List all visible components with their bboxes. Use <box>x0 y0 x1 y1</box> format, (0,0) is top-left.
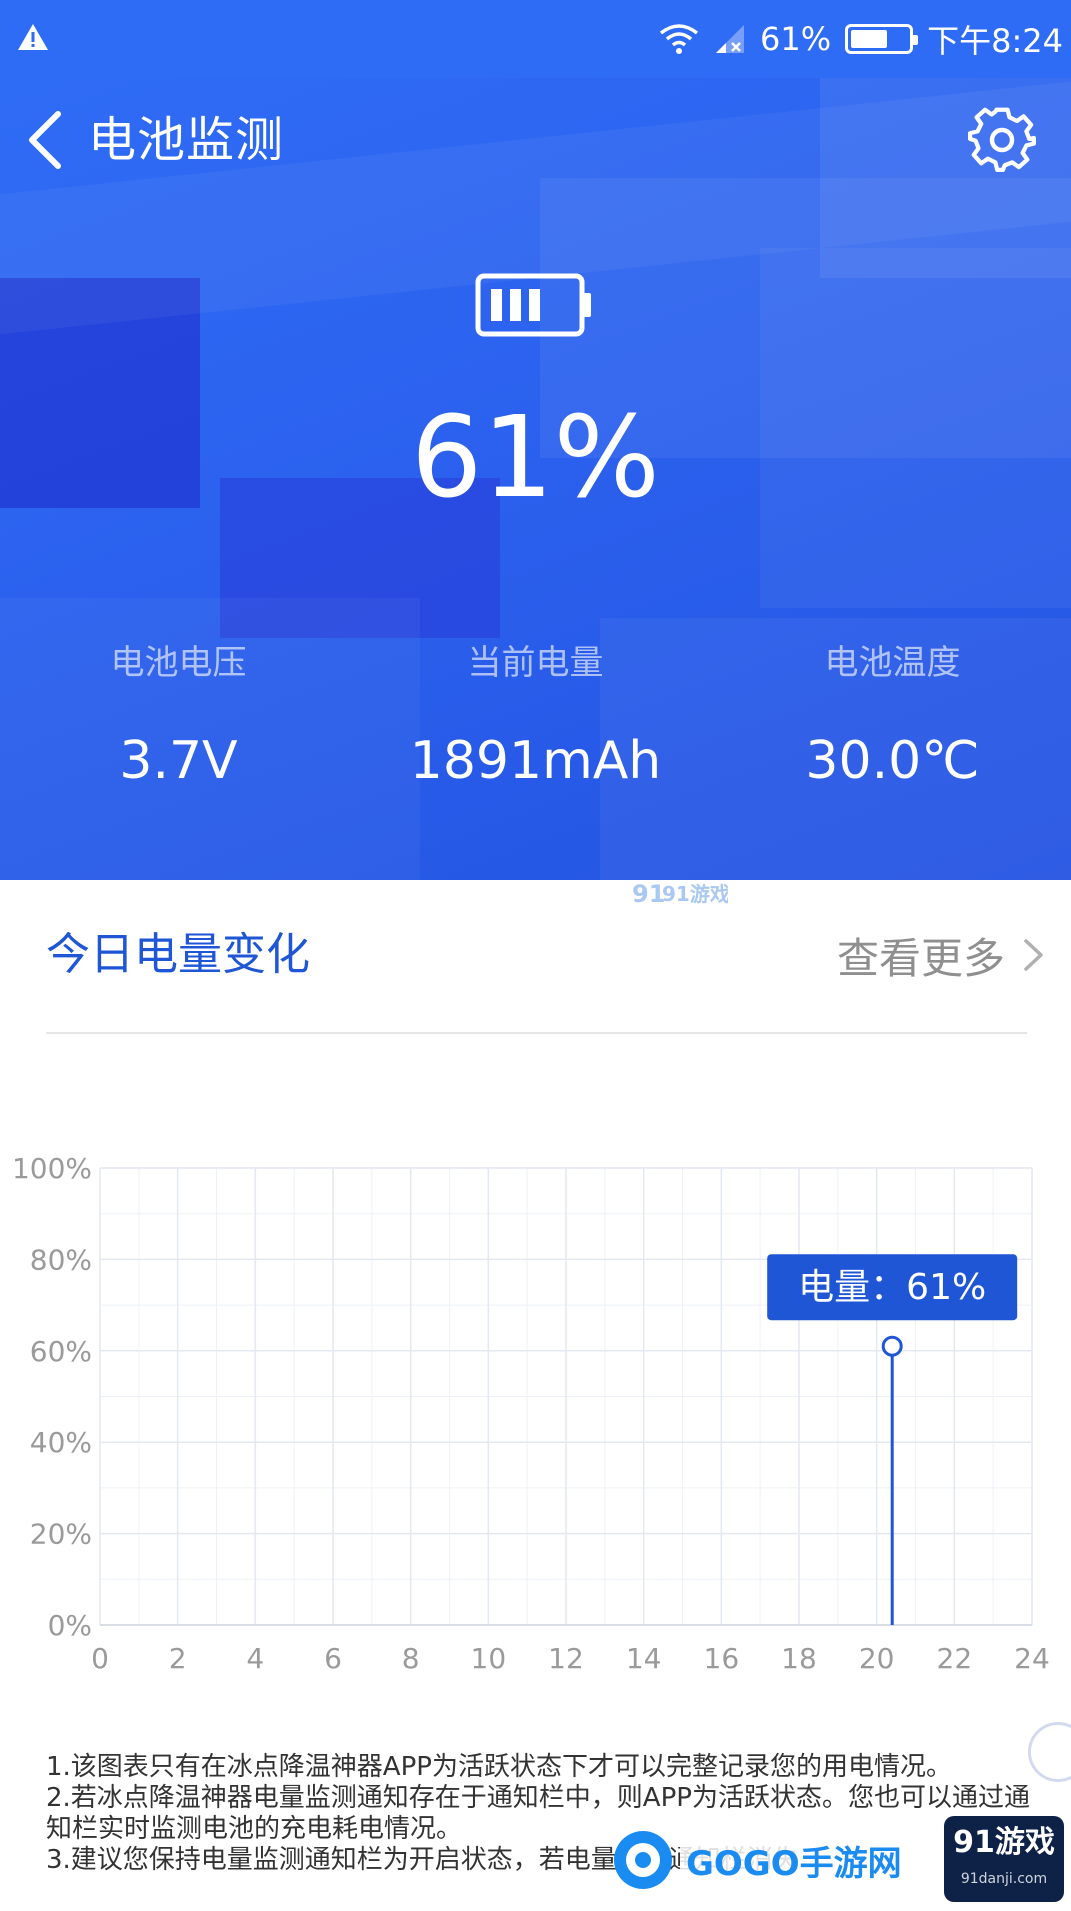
status-bar: 61% 下午8:24 <box>0 0 1071 78</box>
wifi-icon <box>659 24 699 54</box>
y-tick-label: 0% <box>48 1609 92 1642</box>
watermark-logo: 91 91游戏 <box>632 880 728 908</box>
y-tick-label: 100% <box>12 1152 92 1185</box>
battery-chart: 0%20%40%60%80%100%0 2 4 6 8 10 12 14 16 18 20 22 24电… <box>12 1152 1050 1675</box>
x-tick-label: 4 <box>246 1642 264 1675</box>
battery-percent: 61% <box>411 393 660 523</box>
x-tick-label: 8 <box>402 1642 420 1675</box>
section-title: 今日电量变化 <box>46 929 310 980</box>
brand-91-subtext: 91danji.com <box>960 1871 1048 1887</box>
page-title: 电池监测 <box>88 112 285 168</box>
gogo-watermark: GOGO手游网 <box>612 1818 908 1902</box>
section-divider <box>46 1032 1027 1034</box>
stat-capacity-value: 1891mAh <box>409 731 662 791</box>
back-arrow-icon[interactable] <box>22 108 70 172</box>
note-1: 1.该图表只有在冰点降温神器APP为活跃状态下才可以完整记录您的用电情况。 <box>46 1752 952 1782</box>
brand-91-logo: 91游戏 91danji.com <box>944 1816 1064 1902</box>
x-tick-label: 20 <box>859 1642 895 1675</box>
tooltip-text: 电量：61% <box>798 1267 986 1308</box>
stat-capacity: 当前电量 1891mAh <box>357 638 714 796</box>
stat-capacity-label: 当前电量 <box>467 643 604 683</box>
gogo-watermark-text: GOGO手游网 <box>680 1833 908 1887</box>
status-time: 下午8:24 <box>927 22 1063 60</box>
x-tick-label: 2 <box>169 1642 187 1675</box>
svg-text:91: 91 <box>632 880 665 908</box>
gogo-logo-icon <box>614 1831 672 1889</box>
stat-temperature-label: 电池温度 <box>824 643 961 683</box>
x-tick-label: 6 <box>324 1642 342 1675</box>
x-tick-label: 24 <box>1014 1642 1050 1675</box>
view-more-label: 查看更多 <box>836 933 1005 983</box>
stat-temperature: 电池温度 30.0℃ <box>714 638 1071 796</box>
app-root: 61% 下午8:24 电池监测 61% 电池电压 3.7V 当前电量 1891m… <box>0 0 1071 1911</box>
status-battery-percent: 61% <box>760 20 832 58</box>
x-tick-label: 14 <box>626 1642 662 1675</box>
top-bar: 电池监测 <box>0 78 1071 198</box>
status-battery-icon <box>845 24 919 54</box>
stat-temperature-value: 30.0℃ <box>805 731 980 791</box>
view-more-link[interactable]: 查看更多 <box>837 920 1047 990</box>
gear-icon[interactable] <box>968 106 1036 174</box>
x-tick-label: 18 <box>781 1642 817 1675</box>
y-tick-label: 20% <box>30 1518 92 1551</box>
x-tick-label: 0 <box>91 1642 109 1675</box>
warning-icon <box>18 24 48 50</box>
stat-voltage-label: 电池电压 <box>110 643 247 683</box>
y-tick-label: 60% <box>30 1335 92 1368</box>
signal-icon <box>716 25 744 53</box>
status-icons: 61% 下午8:24 <box>658 0 1063 78</box>
x-tick-label: 22 <box>937 1642 973 1675</box>
brand-91-text: 91游戏 <box>953 1825 1055 1860</box>
y-tick-label: 80% <box>30 1243 92 1276</box>
data-point <box>881 1335 903 1357</box>
battery-level-icon <box>475 273 591 337</box>
y-tick-label: 40% <box>30 1426 92 1459</box>
x-tick-label: 16 <box>704 1642 740 1675</box>
chevron-right-icon <box>1024 939 1043 971</box>
watermark-text: 91游戏 <box>662 882 728 906</box>
battery-hero: 电池监测 61% 电池电压 3.7V 当前电量 1891mAh 电池温度 30.… <box>0 78 1071 880</box>
stat-voltage: 电池电压 3.7V <box>0 638 357 796</box>
x-tick-label: 12 <box>548 1642 584 1675</box>
x-tick-label: 10 <box>471 1642 507 1675</box>
stat-voltage-value: 3.7V <box>119 731 238 791</box>
